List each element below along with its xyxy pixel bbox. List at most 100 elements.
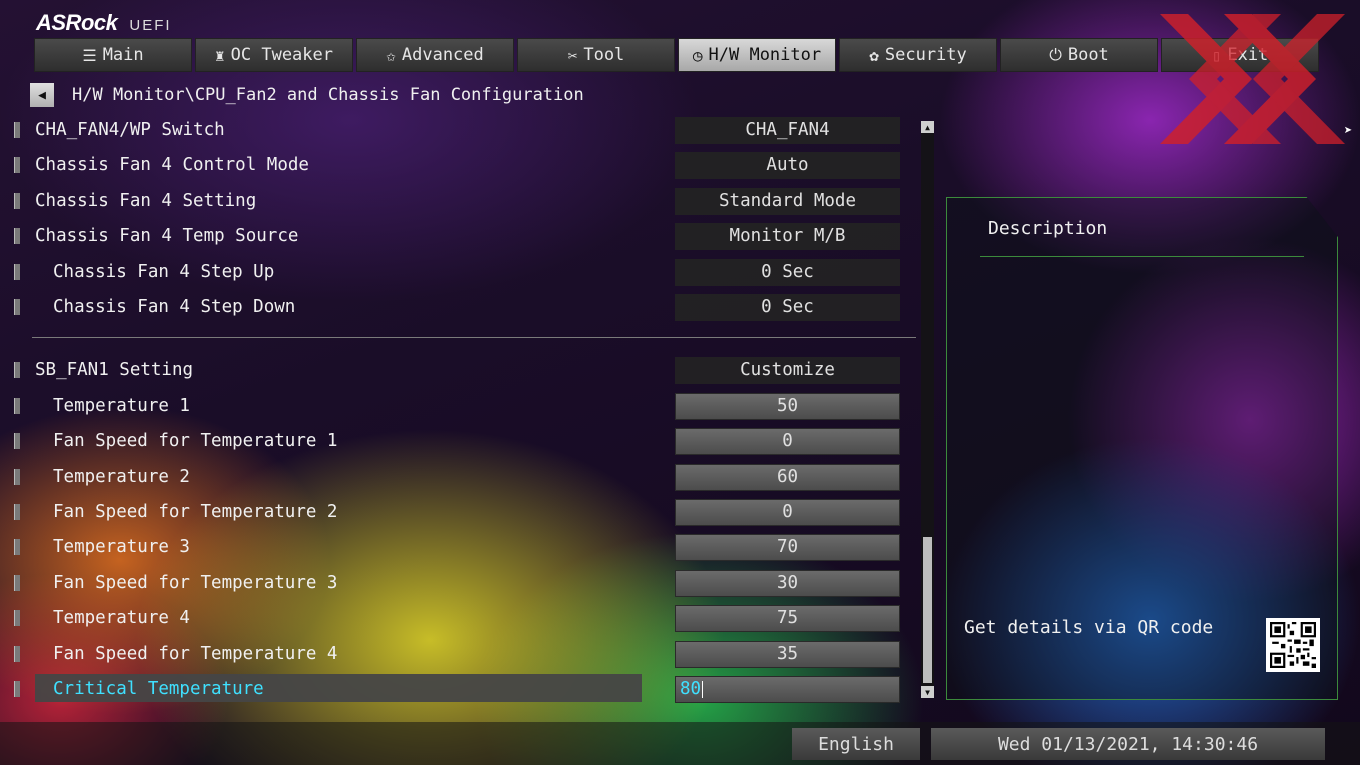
tools-icon: ✂ (567, 45, 578, 65)
setting-label: Fan Speed for Temperature 1 (53, 431, 338, 451)
mouse-pointer-icon: ➤ (1344, 123, 1353, 139)
tab-tool[interactable]: ✂ Tool (517, 38, 675, 72)
power-icon: ⏻ (1049, 45, 1062, 64)
setting-row-selected[interactable]: Critical Temperature 80 (14, 674, 904, 704)
setting-row[interactable]: CHA_FAN4/WP Switch CHA_FAN4 (14, 115, 904, 145)
row-marker (14, 264, 20, 280)
row-marker (14, 433, 20, 449)
setting-row[interactable]: Temperature 3 70 (14, 532, 904, 562)
row-marker (14, 681, 20, 697)
setting-value[interactable]: Monitor M/B (675, 222, 900, 250)
monitor-icon: ◷ (692, 45, 703, 65)
setting-value-input[interactable]: 75 (675, 604, 900, 632)
back-arrow-icon: ◀ (38, 87, 46, 103)
row-marker (14, 122, 20, 138)
setting-row[interactable]: Temperature 1 50 (14, 391, 904, 421)
setting-row[interactable]: Chassis Fan 4 Setting Standard Mode (14, 186, 904, 216)
tab-boot[interactable]: ⏻ Boot (1000, 38, 1158, 72)
setting-row[interactable]: Temperature 2 60 (14, 462, 904, 492)
setting-label: Fan Speed for Temperature 2 (53, 502, 338, 522)
setting-row[interactable]: Fan Speed for Temperature 2 0 (14, 497, 904, 527)
setting-row[interactable]: Chassis Fan 4 Control Mode Auto (14, 150, 904, 180)
scroll-thumb[interactable] (923, 537, 932, 683)
row-marker (14, 539, 20, 555)
tab-label: OC Tweaker (230, 45, 333, 65)
rocket-icon: ♜ (215, 45, 225, 65)
setting-value[interactable]: Auto (675, 151, 900, 179)
setting-row[interactable]: Fan Speed for Temperature 1 0 (14, 426, 904, 456)
tab-exit[interactable]: ▯ Exit (1161, 38, 1319, 72)
row-marker (14, 398, 20, 414)
watermark-logo (1160, 14, 1345, 144)
text-caret (702, 680, 704, 698)
row-marker (14, 157, 20, 173)
settings-scrollbar[interactable]: ▲ ▼ (921, 121, 934, 698)
tab-security[interactable]: ✿ Security (839, 38, 997, 72)
row-marker (14, 228, 20, 244)
setting-label: Chassis Fan 4 Temp Source (35, 226, 299, 246)
setting-row[interactable]: Chassis Fan 4 Temp Source Monitor M/B (14, 221, 904, 251)
setting-value[interactable]: CHA_FAN4 (675, 116, 900, 144)
setting-value[interactable]: Standard Mode (675, 187, 900, 215)
row-marker (14, 575, 20, 591)
exit-icon: ▯ (1211, 45, 1222, 65)
setting-value-input[interactable]: 70 (675, 533, 900, 561)
setting-value-input[interactable]: 50 (675, 392, 900, 420)
setting-value-input[interactable]: 0 (675, 498, 900, 526)
scroll-up-icon[interactable]: ▲ (921, 121, 934, 133)
section-divider (32, 337, 916, 338)
qr-code-icon (1266, 618, 1320, 672)
asrock-logo: ASRock UEFI (36, 10, 172, 36)
setting-value-input[interactable]: 30 (675, 569, 900, 597)
setting-row[interactable]: SB_FAN1 Setting Customize (14, 355, 904, 385)
critical-temperature-input[interactable]: 80 (675, 675, 900, 703)
setting-label: Temperature 3 (53, 537, 190, 557)
setting-label: Fan Speed for Temperature 4 (53, 644, 338, 664)
row-marker (14, 299, 20, 315)
qr-caption: Get details via QR code (964, 617, 1214, 638)
row-marker (14, 610, 20, 626)
brand-uefi: UEFI (129, 17, 172, 34)
datetime-display: Wed 01/13/2021, 14:30:46 (931, 728, 1325, 760)
setting-row[interactable]: Temperature 4 75 (14, 603, 904, 633)
row-marker (14, 362, 20, 378)
row-marker (14, 646, 20, 662)
setting-label: Chassis Fan 4 Step Up (53, 262, 275, 282)
setting-label: Chassis Fan 4 Setting (35, 191, 257, 211)
setting-value[interactable]: Customize (675, 356, 900, 384)
setting-value[interactable]: 0 Sec (675, 258, 900, 286)
setting-label: Chassis Fan 4 Step Down (53, 297, 296, 317)
setting-label: CHA_FAN4/WP Switch (35, 120, 225, 140)
description-title: Description (988, 218, 1108, 239)
setting-row[interactable]: Fan Speed for Temperature 3 30 (14, 568, 904, 598)
tab-advanced[interactable]: ✩ Advanced (356, 38, 514, 72)
breadcrumb-path: H/W Monitor\CPU_Fan2 and Chassis Fan Con… (72, 85, 584, 105)
tab-label: Boot (1067, 45, 1109, 65)
language-button[interactable]: English (792, 728, 920, 760)
setting-row[interactable]: Chassis Fan 4 Step Down 0 Sec (14, 292, 904, 322)
tab-label: Tool (583, 45, 625, 65)
tab-label: Security (884, 45, 967, 65)
setting-value[interactable]: 0 Sec (675, 293, 900, 321)
row-marker (14, 193, 20, 209)
list-icon: ☰ (82, 45, 97, 65)
setting-label: Temperature 1 (53, 396, 190, 416)
setting-label: SB_FAN1 Setting (35, 360, 194, 380)
row-marker (14, 469, 20, 485)
setting-value-input[interactable]: 0 (675, 427, 900, 455)
setting-row[interactable]: Fan Speed for Temperature 4 35 (14, 639, 904, 669)
tab-hw-monitor[interactable]: ◷ H/W Monitor (678, 38, 836, 72)
setting-value-input[interactable]: 60 (675, 463, 900, 491)
shield-icon: ✿ (869, 45, 879, 65)
tab-label: Main (102, 45, 144, 65)
setting-label: Chassis Fan 4 Control Mode (35, 155, 309, 175)
setting-value-input[interactable]: 35 (675, 640, 900, 668)
setting-label: Temperature 4 (53, 608, 190, 628)
scroll-down-icon[interactable]: ▼ (921, 686, 934, 698)
breadcrumb: ◀ H/W Monitor\CPU_Fan2 and Chassis Fan C… (30, 82, 584, 108)
tab-main[interactable]: ☰ Main (34, 38, 192, 72)
back-button[interactable]: ◀ (30, 83, 54, 107)
description-underline (980, 256, 1304, 257)
tab-oc-tweaker[interactable]: ♜ OC Tweaker (195, 38, 353, 72)
setting-row[interactable]: Chassis Fan 4 Step Up 0 Sec (14, 257, 904, 287)
